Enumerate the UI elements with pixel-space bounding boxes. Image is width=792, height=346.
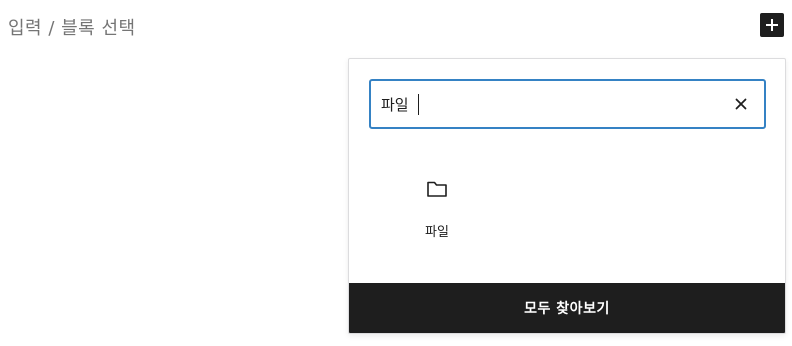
block-inserter-popover: 파일 모두 찾아보기: [348, 58, 786, 334]
block-result-label: 파일: [425, 225, 449, 240]
folder-icon: [425, 177, 449, 201]
block-result-file[interactable]: 파일: [393, 167, 481, 257]
search-input[interactable]: [381, 81, 721, 127]
browse-all-button[interactable]: 모두 찾아보기: [349, 283, 785, 333]
block-placeholder[interactable]: 입력 / 블록 선택: [8, 14, 136, 40]
search-box: [369, 79, 766, 129]
close-icon: [735, 98, 747, 110]
text-caret: [418, 94, 419, 115]
editor-canvas: 입력 / 블록 선택 파일 모두 찾아보기: [0, 0, 792, 346]
block-inserter-toggle-button[interactable]: [760, 13, 784, 37]
clear-search-button[interactable]: [730, 93, 752, 115]
plus-icon: [766, 19, 778, 31]
